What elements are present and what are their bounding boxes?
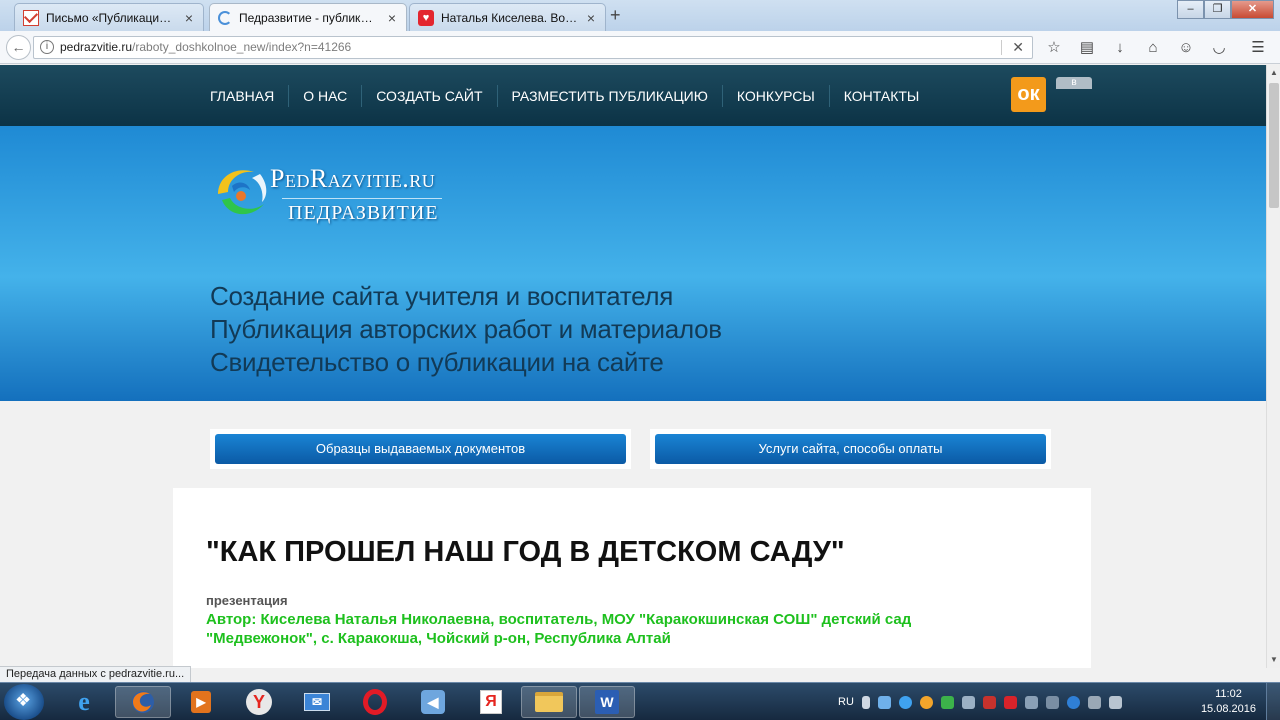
tab-strip: Письмо «Публикация на ... × Педразвитие … <box>0 0 1280 32</box>
close-window-button[interactable]: ✕ <box>1231 0 1274 19</box>
home-icon[interactable]: ⌂ <box>1142 37 1164 59</box>
clock-time: 11:02 <box>1215 688 1242 700</box>
windows-taskbar: e ▶ Y ✉ ◀ Я W RU 11:02 15.08.2016 <box>0 682 1280 720</box>
back-button[interactable]: ← <box>6 35 31 60</box>
monitor-icon[interactable] <box>1024 695 1038 709</box>
menu-item-contests[interactable]: КОНКУРСЫ <box>723 84 830 107</box>
tab-title: Педразвитие - публикаци... <box>239 11 379 25</box>
mail-client-icon[interactable]: ✉ <box>289 686 345 718</box>
language-indicator[interactable]: RU <box>838 696 854 708</box>
tab-mail[interactable]: Письмо «Публикация на ... × <box>14 3 204 31</box>
antivirus-icon[interactable] <box>1003 695 1017 709</box>
mail-icon <box>23 9 39 26</box>
network-icon[interactable] <box>1045 695 1059 709</box>
media-player-icon[interactable]: ▶ <box>173 686 229 718</box>
file-explorer-icon[interactable] <box>521 686 577 718</box>
odnoklassniki-icon[interactable]: ок <box>1011 77 1046 112</box>
tab-pedrazvitie[interactable]: Педразвитие - публикаци... × <box>209 3 407 32</box>
tab-title: Наталья Киселева. Воспи... <box>441 10 578 25</box>
menu-item-create-site[interactable]: СОЗДАТЬ САЙТ <box>362 84 498 107</box>
article-title: "КАК ПРОШЕЛ НАШ ГОД В ДЕТСКОМ САДУ" <box>206 536 845 568</box>
opera-icon[interactable] <box>347 686 403 718</box>
new-tab-button[interactable]: + <box>610 5 621 26</box>
main-menu: ГЛАВНАЯ О НАС СОЗДАТЬ САЙТ РАЗМЕСТИТЬ ПУ… <box>196 65 933 126</box>
logo-domain-text[interactable]: PedRazvitie.ru <box>270 164 435 194</box>
menu-item-home[interactable]: ГЛАВНАЯ <box>196 84 290 107</box>
article-author: Автор: Киселева Наталья Николаевна, восп… <box>206 611 912 647</box>
scroll-up-icon[interactable]: ▲ <box>1267 65 1280 81</box>
menu-item-publish[interactable]: РАЗМЕСТИТЬ ПУБЛИКАЦИЮ <box>498 84 723 107</box>
vkontakte-icon[interactable]: в <box>1056 77 1092 89</box>
updater-icon[interactable] <box>919 695 933 709</box>
menu-icon[interactable]: ☰ <box>1247 37 1269 59</box>
download-icon[interactable]: ↓ <box>1109 37 1131 59</box>
clock[interactable]: 11:02 15.08.2016 <box>1201 687 1256 717</box>
maximize-button[interactable]: ❐ <box>1204 0 1231 19</box>
documents-samples-button[interactable]: Образцы выдаваемых документов <box>215 434 626 464</box>
bookmark-star-icon[interactable]: ☆ <box>1043 37 1065 59</box>
signal-icon[interactable] <box>1087 695 1101 709</box>
nav-bar: ← i pedrazvitie.ru/raboty_doshkolnoe_new… <box>0 31 1280 64</box>
input-icon[interactable] <box>861 695 870 709</box>
tab-author[interactable]: ♥ Наталья Киселева. Воспи... × <box>409 3 606 31</box>
yandex-browser-icon[interactable]: Y <box>231 686 287 718</box>
scrollbar-thumb[interactable] <box>1269 83 1279 208</box>
menu-item-about[interactable]: О НАС <box>289 84 363 107</box>
system-tray: RU <box>838 683 1122 720</box>
flag-icon[interactable] <box>982 695 996 709</box>
cloud-icon[interactable] <box>940 695 954 709</box>
site-navigation: ГЛАВНАЯ О НАС СОЗДАТЬ САЙТ РАЗМЕСТИТЬ ПУ… <box>0 65 1266 126</box>
status-bar: Передача данных с pedrazvitie.ru... <box>0 666 192 683</box>
toolbar: ☆ ▤ ↓ ⌂ ☺ ◡ ☰ <box>1043 37 1269 59</box>
page-viewport: ГЛАВНАЯ О НАС СОЗДАТЬ САЙТ РАЗМЕСТИТЬ ПУ… <box>0 65 1266 668</box>
tagline-1: Создание сайта учителя и воспитателя <box>210 281 674 311</box>
logo-name-text[interactable]: ПЕДРАЗВИТИЕ <box>288 202 439 225</box>
close-icon[interactable]: × <box>386 10 398 26</box>
volume-icon[interactable] <box>1108 695 1122 709</box>
firefox-icon <box>132 691 154 713</box>
info-icon[interactable]: i <box>40 40 54 54</box>
url-separator <box>1001 40 1002 55</box>
show-desktop-button[interactable] <box>1266 683 1280 720</box>
logo-divider <box>282 198 442 199</box>
logo-swirl-icon[interactable] <box>210 160 272 222</box>
power-icon[interactable] <box>1066 695 1080 709</box>
speaker-app-icon[interactable]: ◀ <box>405 686 461 718</box>
airplane-icon[interactable] <box>877 695 891 709</box>
services-payment-button[interactable]: Услуги сайта, способы оплаты <box>655 434 1046 464</box>
tagline-2: Публикация авторских работ и материалов <box>210 314 722 344</box>
pocket-icon[interactable]: ◡ <box>1208 37 1230 59</box>
chat-icon[interactable]: ☺ <box>1175 37 1197 59</box>
window-controls: ‒ ❐ ✕ <box>1177 0 1274 19</box>
scroll-down-icon[interactable]: ▼ <box>1267 652 1280 668</box>
clock-date: 15.08.2016 <box>1200 703 1256 715</box>
page-scrollbar[interactable]: ▲ ▼ <box>1266 65 1280 668</box>
close-icon[interactable]: × <box>585 10 597 26</box>
tagline-3: Свидетельство о публикации на сайте <box>210 347 664 377</box>
menu-item-contacts[interactable]: КОНТАКТЫ <box>830 85 934 107</box>
remote-icon[interactable] <box>961 695 975 709</box>
internet-explorer-icon[interactable]: e <box>56 686 112 718</box>
article-card: "КАК ПРОШЕЛ НАШ ГОД В ДЕТСКОМ САДУ" през… <box>173 488 1091 668</box>
services-button-wrap: Услуги сайта, способы оплаты <box>650 429 1051 469</box>
url-path: /raboty_doshkolnoe_new/index?n=41266 <box>132 40 352 54</box>
reading-list-icon[interactable]: ▤ <box>1076 37 1098 59</box>
url-domain: pedrazvitie.ru <box>60 40 133 54</box>
word-icon[interactable]: W <box>579 686 635 718</box>
heart-icon: ♥ <box>418 9 434 26</box>
ie-tray-icon[interactable] <box>898 695 912 709</box>
yandex-icon[interactable]: Я <box>463 686 519 718</box>
hero-banner: PedRazvitie.ru ПЕДРАЗВИТИЕ Создание сайт… <box>0 126 1266 401</box>
loading-icon <box>218 11 232 25</box>
documents-button-wrap: Образцы выдаваемых документов <box>210 429 631 469</box>
firefox-taskbar-button[interactable] <box>115 686 171 718</box>
clear-url-icon[interactable]: ✕ <box>1012 37 1024 58</box>
action-buttons: Образцы выдаваемых документов Услуги сай… <box>0 429 1266 469</box>
url-bar[interactable]: i pedrazvitie.ru/raboty_doshkolnoe_new/i… <box>33 36 1033 59</box>
minimize-button[interactable]: ‒ <box>1177 0 1204 19</box>
tab-title: Письмо «Публикация на ... <box>46 10 176 25</box>
close-icon[interactable]: × <box>183 10 195 26</box>
article-type: презентация <box>206 593 288 608</box>
start-button[interactable] <box>4 684 44 720</box>
